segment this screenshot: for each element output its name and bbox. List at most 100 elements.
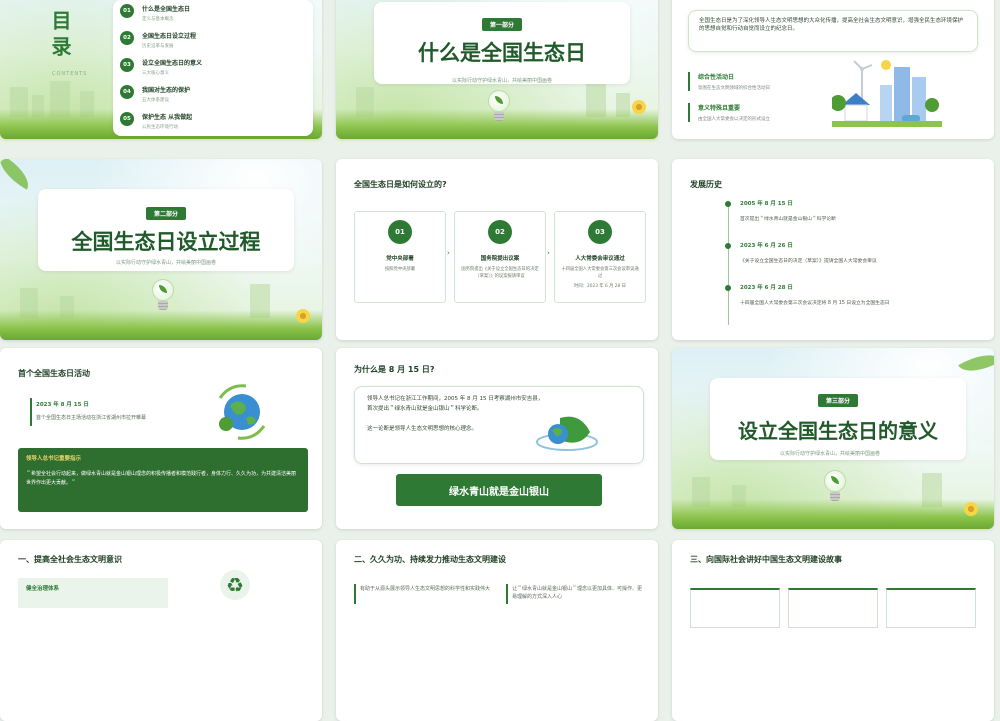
slide-history[interactable]: 发展历史 2005 年 8 月 15 日首次提出＂绿水青山就是金山银山＂科学论断…	[672, 159, 994, 340]
event-text: 首次提出＂绿水青山就是金山银山＂科学论断	[740, 217, 836, 222]
accent-bar	[354, 584, 356, 604]
recycle-icon: ♻	[220, 570, 250, 600]
toc-item[interactable]: 05 保护生态 从我做起 公民生态环境行动	[120, 110, 310, 137]
section-sub: 以实际行动守护绿水青山，共绘美丽中国画卷	[780, 451, 881, 457]
column-text-2: 让＂绿水青山就是金山银山＂理念以更加具体、可操作、更易理解的方式深入人心	[512, 586, 643, 600]
timeline-events: 2005 年 8 月 15 日首次提出＂绿水青山就是金山银山＂科学论断 2023 …	[722, 199, 982, 325]
slide-process[interactable]: 全国生态日是如何设立的? 01 党中央部署 按照党中央部署 › 02 国务院提出议案 国务院…	[336, 159, 658, 340]
step-title: 党中央部署	[386, 256, 414, 262]
slide-meaning-3[interactable]: 三、向国际社会讲好中国生态文明建设故事	[672, 540, 994, 721]
section-title: 设立全国生态日的意义	[738, 419, 938, 443]
toc-item-sub: 五大体系建设	[142, 98, 169, 103]
section-title: 什么是全国生态日	[418, 41, 586, 65]
slide-heading: 首个全国生态日活动	[18, 369, 90, 378]
event-text: 首个全国生态日主场活动在浙江省湖州市拉开帷幕	[36, 415, 147, 421]
definition-items: 综合性活动日 氛围在生态文明领域的综合性活动日 意义特殊且重要 由全国人大常委会以决定…	[688, 72, 838, 134]
feature-title: 意义特殊且重要	[698, 105, 741, 112]
flower-icon	[296, 309, 310, 323]
slide-heading: 二、久久为功、持续发力推动生态文明建设	[354, 555, 506, 564]
slide-heading: 为什么是 8 月 15 日?	[354, 365, 435, 374]
timeline-event: 2023 年 6 月 26 日《关于设立全国生态日的决定（草案）》提请全国人大常…	[722, 241, 982, 283]
arrow-icon: ›	[547, 249, 550, 257]
step-text: 十四届全国人大常委会第三次会议审议通过	[561, 267, 639, 279]
toc-item-title: 保护生态 从我做起	[142, 114, 193, 121]
title-card: 第三部分 设立全国生态日的意义	[710, 378, 966, 460]
slide-section1[interactable]: 第一部分 什么是全国生态日 以实际行动守护绿水青山，共绘美丽中国画卷	[336, 0, 658, 139]
card-outline	[690, 588, 780, 628]
toc-item-sub: 公民生态环境行动	[142, 125, 178, 130]
slide-section3[interactable]: 第三部分 设立全国生态日的意义 以实际行动守护绿水青山，共绘美丽中国画卷	[672, 348, 994, 529]
timeline-event: 2023 年 6 月 28 日十四届全国人大常委会第三次会议决定将 8 月 15…	[722, 283, 982, 325]
toc-number: 01	[120, 4, 134, 18]
process-step: 03 人大常委会审议通过 十四届全国人大常委会第三次会议审议通过 时间：2023 年 …	[554, 211, 646, 303]
slide-meaning-2[interactable]: 二、久久为功、持续发力推动生态文明建设 有助于从源头展示领导人生态文明思想的科学…	[336, 540, 658, 721]
bulb-icon	[822, 470, 848, 504]
earth-illustration	[212, 380, 272, 440]
toc-title-en: CONTENTS	[52, 71, 88, 77]
column-text-1: 有助于从源头展示领导人生态文明思想的科学性和实践伟大	[360, 586, 491, 592]
section-sub: 以实际行动守护绿水青山，共绘美丽中国画卷	[116, 260, 217, 266]
quote-title: 领导人总书记重要指示	[26, 456, 82, 462]
toc-number: 03	[120, 58, 134, 72]
timeline-dot	[725, 285, 731, 291]
event-text: 十四届全国人大常委会第三次会议决定将 8 月 15 日设立为全国生态日	[740, 301, 890, 306]
definition-text: 全国生态日是为了深化领导人生态文明思想的大众化传播，提高全社会生态文明意识，增强…	[699, 18, 964, 33]
slogan-banner: 绿水青山就是金山银山	[396, 474, 602, 506]
flower-icon	[964, 502, 978, 516]
slide-meaning-1[interactable]: 一、提高全社会生态文明意识 健全治理体系 ♻	[0, 540, 322, 721]
event-date: 2023 年 6 月 26 日	[740, 243, 793, 249]
card-outline	[886, 588, 976, 628]
timeline-event: 2005 年 8 月 15 日首次提出＂绿水青山就是金山银山＂科学论断	[722, 199, 982, 241]
toc-item-title: 我国对生态的保护	[142, 87, 191, 94]
slide-why-date[interactable]: 为什么是 8 月 15 日? 领导人总书记在浙江工作期间，2005 年 8 月 …	[336, 348, 658, 529]
step-title: 人大常委会审议通过	[575, 256, 625, 262]
feature-text: 由全国人大常委会以决定的形式设立	[698, 117, 770, 122]
accent-bar	[506, 584, 508, 604]
step-text: 按照党中央部署	[384, 267, 416, 272]
slide-toc[interactable]: 目录 CONTENTS 01 什么是全国生态日 定义与基本概念 02 全国生态日设立过程…	[0, 0, 322, 139]
definition-card: 全国生态日是为了深化领导人生态文明思想的大众化传播，提高全社会生态文明意识，增强…	[688, 10, 978, 52]
timeline-dot	[725, 243, 731, 249]
step-number: 02	[488, 220, 512, 244]
title-card: 第一部分 什么是全国生态日 以实际行动守护绿水青山，共绘美丽中国画卷	[374, 2, 630, 84]
timeline-dot	[725, 201, 731, 207]
eco-city-illustration	[830, 55, 942, 127]
toc-title: 目录	[48, 10, 72, 62]
slide-heading: 全国生态日是如何设立的?	[354, 180, 447, 189]
slide-first-event[interactable]: 首个全国生态日活动 2023 年 8 月 15 日 首个全国生态日主场活动在浙江…	[0, 348, 322, 529]
slide-heading: 发展历史	[690, 180, 722, 189]
slide-section2[interactable]: 第二部分 全国生态日设立过程 以实际行动守护绿水青山，共绘美丽中国画卷	[0, 159, 322, 340]
toc-item[interactable]: 03 设立全国生态日的意义 三大核心意义	[120, 56, 310, 83]
toc-item-title: 什么是全国生态日	[142, 6, 191, 13]
section-badge: 第一部分	[481, 18, 522, 31]
toc-item-title: 全国生态日设立过程	[142, 33, 197, 40]
event-date: 2023 年 8 月 15 日	[36, 402, 89, 408]
feature-title: 综合性活动日	[698, 74, 735, 81]
toc-list: 01 什么是全国生态日 定义与基本概念 02 全国生态日设立过程 历史沿革与发展 03 设立全…	[120, 2, 310, 137]
section-badge: 第三部分	[817, 394, 858, 407]
arrow-icon: ›	[447, 249, 450, 257]
process-steps: 01 党中央部署 按照党中央部署 › 02 国务院提出议案 国务院提出《关于设立全国生态日的…	[354, 211, 646, 305]
step-number: 01	[388, 220, 412, 244]
slide-heading: 三、向国际社会讲好中国生态文明建设故事	[690, 555, 842, 564]
section-title: 全国生态日设立过程	[71, 230, 261, 254]
toc-number: 05	[120, 112, 134, 126]
slide-definition[interactable]: 全国生态日是为了深化领导人生态文明思想的大众化传播，提高全社会生态文明意识，增强…	[672, 0, 994, 139]
toc-item[interactable]: 04 我国对生态的保护 五大体系建设	[120, 83, 310, 110]
grass-strip	[0, 310, 322, 340]
toc-item[interactable]: 01 什么是全国生态日 定义与基本概念	[120, 2, 310, 29]
section-sub: 以实际行动守护绿水青山，共绘美丽中国画卷	[451, 78, 552, 84]
toc-number: 04	[120, 85, 134, 99]
item-title: 健全治理体系	[26, 586, 60, 592]
card-outline	[788, 588, 878, 628]
quote-text: ＂希望全社会行动起来，做绿水青山就是金山银山理念的积极传播者和模范践行者，身体力…	[26, 471, 297, 486]
globe-leaf-illustration	[532, 408, 602, 458]
quote-box: 领导人总书记重要指示 ＂希望全社会行动起来，做绿水青山就是金山银山理念的积极传播…	[18, 448, 308, 512]
flower-icon	[632, 100, 646, 114]
toc-item[interactable]: 02 全国生态日设立过程 历史沿革与发展	[120, 29, 310, 56]
reason-text-2: 这一论断是领导人生态文明思想的核心理念。	[367, 425, 478, 432]
toc-item-title: 设立全国生态日的意义	[142, 60, 203, 67]
toc-item-sub: 历史沿革与发展	[142, 44, 174, 49]
toc-number: 02	[120, 31, 134, 45]
process-step: 02 国务院提出议案 国务院提出《关于设立全国生态日的决定（草案）》的议案报请审议	[454, 211, 546, 303]
